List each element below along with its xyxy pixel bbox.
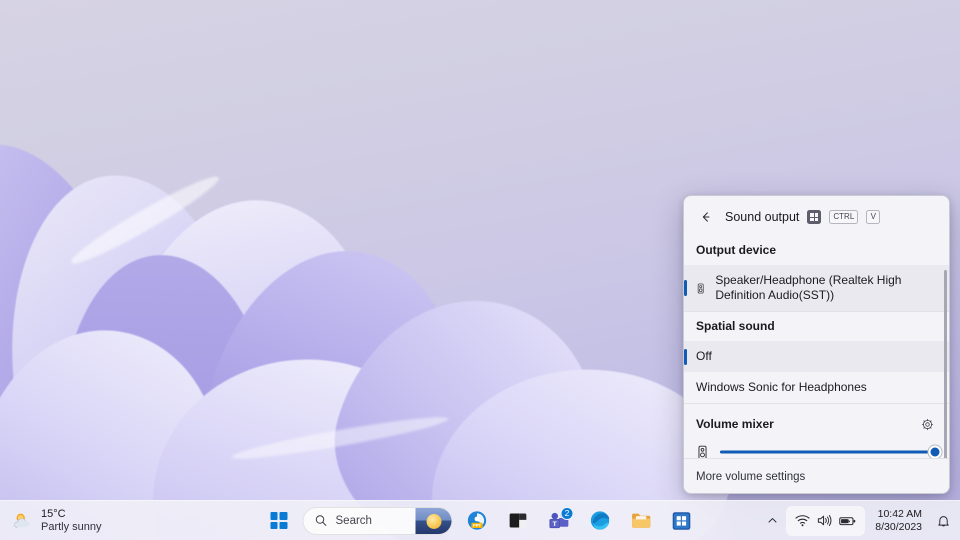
speaker-device-icon [698, 445, 707, 458]
v-key-badge: V [866, 210, 881, 224]
taskbar-badge-count: 2 [560, 506, 574, 520]
selection-indicator [684, 348, 687, 365]
windows-logo-icon [810, 213, 819, 221]
arrow-left-icon [702, 212, 710, 222]
flyout-header: Sound output CTRL V [684, 196, 949, 236]
taskbar-app-wps-presentation[interactable]: PPT [460, 504, 494, 538]
output-device-option[interactable]: Speaker/Headphone (Realtek High Definiti… [684, 265, 949, 311]
taskbar-app-microsoft-edge[interactable] [583, 504, 617, 538]
volume-mixer-label: Volume mixer [696, 417, 774, 431]
sun-graphic [426, 513, 441, 529]
svg-text:T: T [552, 521, 556, 528]
more-volume-settings-link[interactable]: More volume settings [696, 471, 805, 483]
svg-text:PPT: PPT [472, 523, 481, 528]
section-label-spatial-sound: Spatial sound [696, 319, 775, 333]
wifi-icon[interactable] [795, 514, 810, 527]
system-tray[interactable]: 10:42 AM 8/30/2023 [760, 501, 954, 540]
weather-widget[interactable]: 15°C Partly sunny [0, 503, 112, 539]
chevron-up-icon [768, 518, 777, 523]
flyout-scroll-area[interactable]: Output device Speaker/Headphone (Realtek… [684, 236, 949, 458]
clock-widget[interactable]: 10:42 AM 8/30/2023 [867, 505, 930, 537]
spatial-sound-option-off[interactable]: Off [684, 341, 949, 372]
taskbar[interactable]: 15°C Partly sunny Search PPT T 2 10:42 A… [0, 500, 960, 540]
spatial-sound-off-label: Off [696, 349, 712, 363]
taskbar-center-group: Search PPT T 2 [262, 501, 699, 540]
speaker-icon[interactable] [817, 514, 832, 527]
flyout-scrollbar[interactable] [944, 270, 947, 458]
wps-ppt-icon: PPT [467, 511, 486, 530]
volume-mixer-settings-button[interactable] [917, 414, 937, 434]
gear-icon [921, 418, 933, 430]
section-label-output-device: Output device [696, 243, 777, 257]
sound-output-flyout[interactable]: Sound output CTRL V Output device Speake… [683, 195, 950, 494]
taskbar-app-file-explorer[interactable] [624, 504, 658, 538]
volume-slider-row[interactable] [684, 438, 949, 458]
windows-logo-icon [270, 512, 287, 529]
notifications-button[interactable] [932, 506, 954, 536]
volume-mixer-header: Volume mixer [684, 404, 949, 438]
slider-fill [720, 450, 935, 454]
output-device-label: Speaker/Headphone (Realtek High Definiti… [715, 273, 902, 302]
partly-sunny-icon [14, 513, 30, 528]
ctrl-key-badge: CTRL [829, 210, 859, 224]
weather-texts: 15°C Partly sunny [41, 508, 102, 533]
weather-condition: Partly sunny [41, 520, 102, 533]
volume-slider[interactable] [720, 443, 943, 458]
show-hidden-icons-button[interactable] [760, 506, 784, 536]
taskbar-app-microsoft-store[interactable] [665, 504, 699, 538]
tray-icon-group[interactable] [786, 505, 866, 536]
spatial-sound-sonic-label: Windows Sonic for Headphones [696, 380, 867, 394]
flyout-title: Sound output [725, 210, 800, 224]
taskbar-app-microsoft-teams[interactable]: T 2 [542, 504, 576, 538]
back-button[interactable] [695, 206, 717, 228]
dark-square-icon [509, 513, 526, 528]
bell-icon [937, 515, 949, 526]
slider-thumb[interactable] [927, 444, 943, 458]
flyout-footer: More volume settings [684, 458, 949, 493]
spatial-sound-option-windows-sonic[interactable]: Windows Sonic for Headphones [684, 372, 949, 403]
windows-key-badge [807, 210, 822, 224]
search-highlight-thumbnail [415, 507, 452, 534]
store-icon [672, 511, 691, 530]
folder-icon [631, 513, 650, 528]
taskbar-app-dark-square[interactable] [501, 504, 535, 538]
edge-icon [590, 511, 609, 530]
clock-date: 8/30/2023 [875, 520, 922, 533]
search-icon [315, 515, 327, 526]
start-button[interactable] [262, 504, 296, 538]
weather-temperature: 15°C [41, 507, 66, 520]
search-placeholder: Search [335, 514, 372, 527]
search-box[interactable]: Search [302, 506, 453, 535]
battery-icon[interactable] [839, 515, 856, 527]
selection-indicator [684, 280, 687, 296]
clock-time: 10:42 AM [877, 507, 922, 520]
speaker-device-icon [697, 283, 704, 293]
